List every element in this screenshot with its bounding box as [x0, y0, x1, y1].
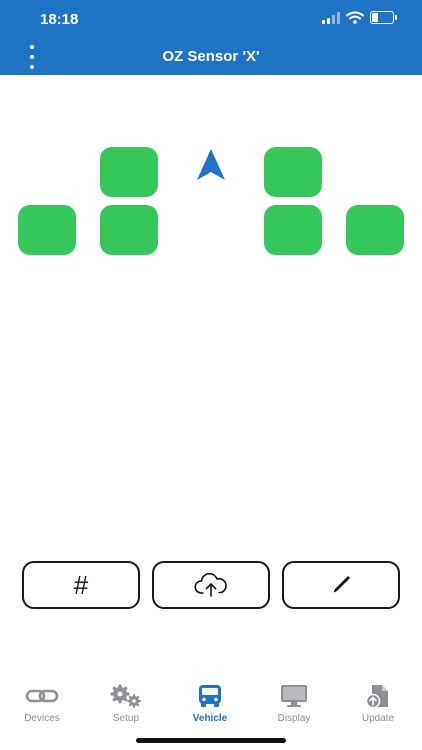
status-icons	[322, 11, 397, 24]
wifi-icon	[346, 11, 364, 24]
home-indicator[interactable]	[136, 738, 286, 743]
number-button[interactable]: #	[22, 561, 140, 609]
wheel-rear-left-outer[interactable]	[18, 205, 76, 255]
header: 18:18 OZ Sensor 'X'	[0, 0, 422, 75]
file-upload-icon	[365, 685, 388, 708]
wheel-front-right[interactable]	[264, 147, 322, 197]
wheel-rear-left-inner[interactable]	[100, 205, 158, 255]
tab-label: Devices	[24, 713, 60, 724]
wheel-rear-right-outer[interactable]	[346, 205, 404, 255]
tab-devices[interactable]: Devices	[0, 680, 84, 726]
pencil-icon	[333, 576, 350, 593]
direction-arrow-icon	[197, 149, 225, 180]
status-time: 18:18	[40, 11, 79, 28]
monitor-icon	[281, 685, 307, 707]
tab-label: Setup	[112, 713, 140, 724]
tab-label: Display	[277, 713, 311, 724]
cloud-upload-icon	[194, 573, 227, 597]
wheel-rear-right-inner[interactable]	[264, 205, 322, 255]
tab-display[interactable]: Display	[252, 680, 336, 726]
bus-icon	[199, 685, 221, 707]
hash-icon: #	[73, 569, 89, 600]
wheel-front-left[interactable]	[100, 147, 158, 197]
tab-setup[interactable]: Setup	[84, 680, 168, 726]
tab-label: Vehicle	[192, 713, 228, 724]
tab-bar: Devices Setup Vehicle Display Update	[0, 680, 422, 730]
gears-icon	[110, 684, 141, 708]
cellular-signal-icon	[322, 11, 340, 24]
link-icon	[25, 689, 59, 703]
cloud-upload-button[interactable]	[152, 561, 270, 609]
tab-vehicle[interactable]: Vehicle	[168, 680, 252, 726]
edit-button[interactable]	[282, 561, 400, 609]
tab-update[interactable]: Update	[336, 680, 420, 726]
tab-label: Update	[361, 713, 395, 724]
battery-icon	[370, 11, 397, 24]
page-title: OZ Sensor 'X'	[162, 48, 260, 65]
